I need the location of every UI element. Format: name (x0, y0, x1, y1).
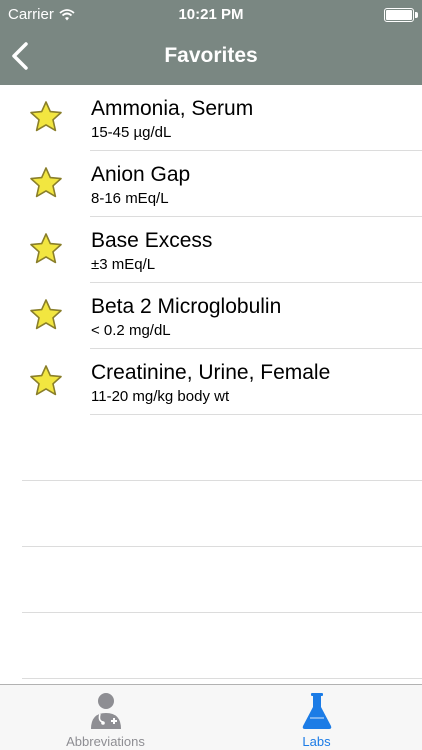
tab-label: Labs (302, 734, 331, 749)
lab-name: Ammonia, Serum (91, 97, 254, 120)
tab-bar: Abbreviations Labs (0, 684, 422, 750)
lab-range: ±3 mEq/L (91, 256, 156, 273)
divider (22, 612, 422, 613)
favorites-list: Ammonia, Serum 15-45 µg/dL Anion Gap 8-1… (0, 85, 422, 415)
favorite-row[interactable]: Beta 2 Microglobulin < 0.2 mg/dL (0, 283, 422, 349)
favorite-row[interactable]: Base Excess ±3 mEq/L (0, 217, 422, 283)
lab-name: Base Excess (91, 229, 213, 252)
favorite-row[interactable]: Anion Gap 8-16 mEq/L (0, 151, 422, 217)
star-icon[interactable] (28, 298, 64, 332)
battery-icon (384, 8, 418, 22)
star-icon[interactable] (28, 364, 64, 398)
tab-abbreviations[interactable]: Abbreviations (0, 685, 211, 750)
status-time: 10:21 PM (178, 6, 244, 23)
lab-range: 15-45 µg/dL (91, 124, 172, 141)
star-icon[interactable] (28, 100, 64, 134)
status-bar: Carrier 10:21 PM (0, 0, 422, 30)
divider (22, 678, 422, 679)
screen: Carrier 10:21 PM Favorites Ammonia, Seru… (0, 0, 422, 750)
tab-label: Abbreviations (66, 734, 145, 749)
lab-range: 11-20 mg/kg body wt (91, 388, 230, 405)
favorite-row[interactable]: Creatinine, Urine, Female 11-20 mg/kg bo… (0, 349, 422, 415)
header: Carrier 10:21 PM Favorites (0, 0, 422, 85)
doctor-icon (90, 693, 121, 729)
favorite-row[interactable]: Ammonia, Serum 15-45 µg/dL (0, 85, 422, 151)
tab-labs[interactable]: Labs (211, 685, 422, 750)
lab-name: Anion Gap (91, 163, 191, 186)
star-icon[interactable] (28, 166, 64, 200)
lab-name: Creatinine, Urine, Female (91, 361, 331, 384)
star-icon[interactable] (28, 232, 64, 266)
lab-range: 8-16 mEq/L (91, 190, 169, 207)
divider (22, 546, 422, 547)
lab-name: Beta 2 Microglobulin (91, 295, 282, 318)
flask-icon (302, 693, 331, 729)
lab-range: < 0.2 mg/dL (91, 322, 171, 339)
page-title: Favorites (164, 44, 258, 67)
divider (22, 480, 422, 481)
